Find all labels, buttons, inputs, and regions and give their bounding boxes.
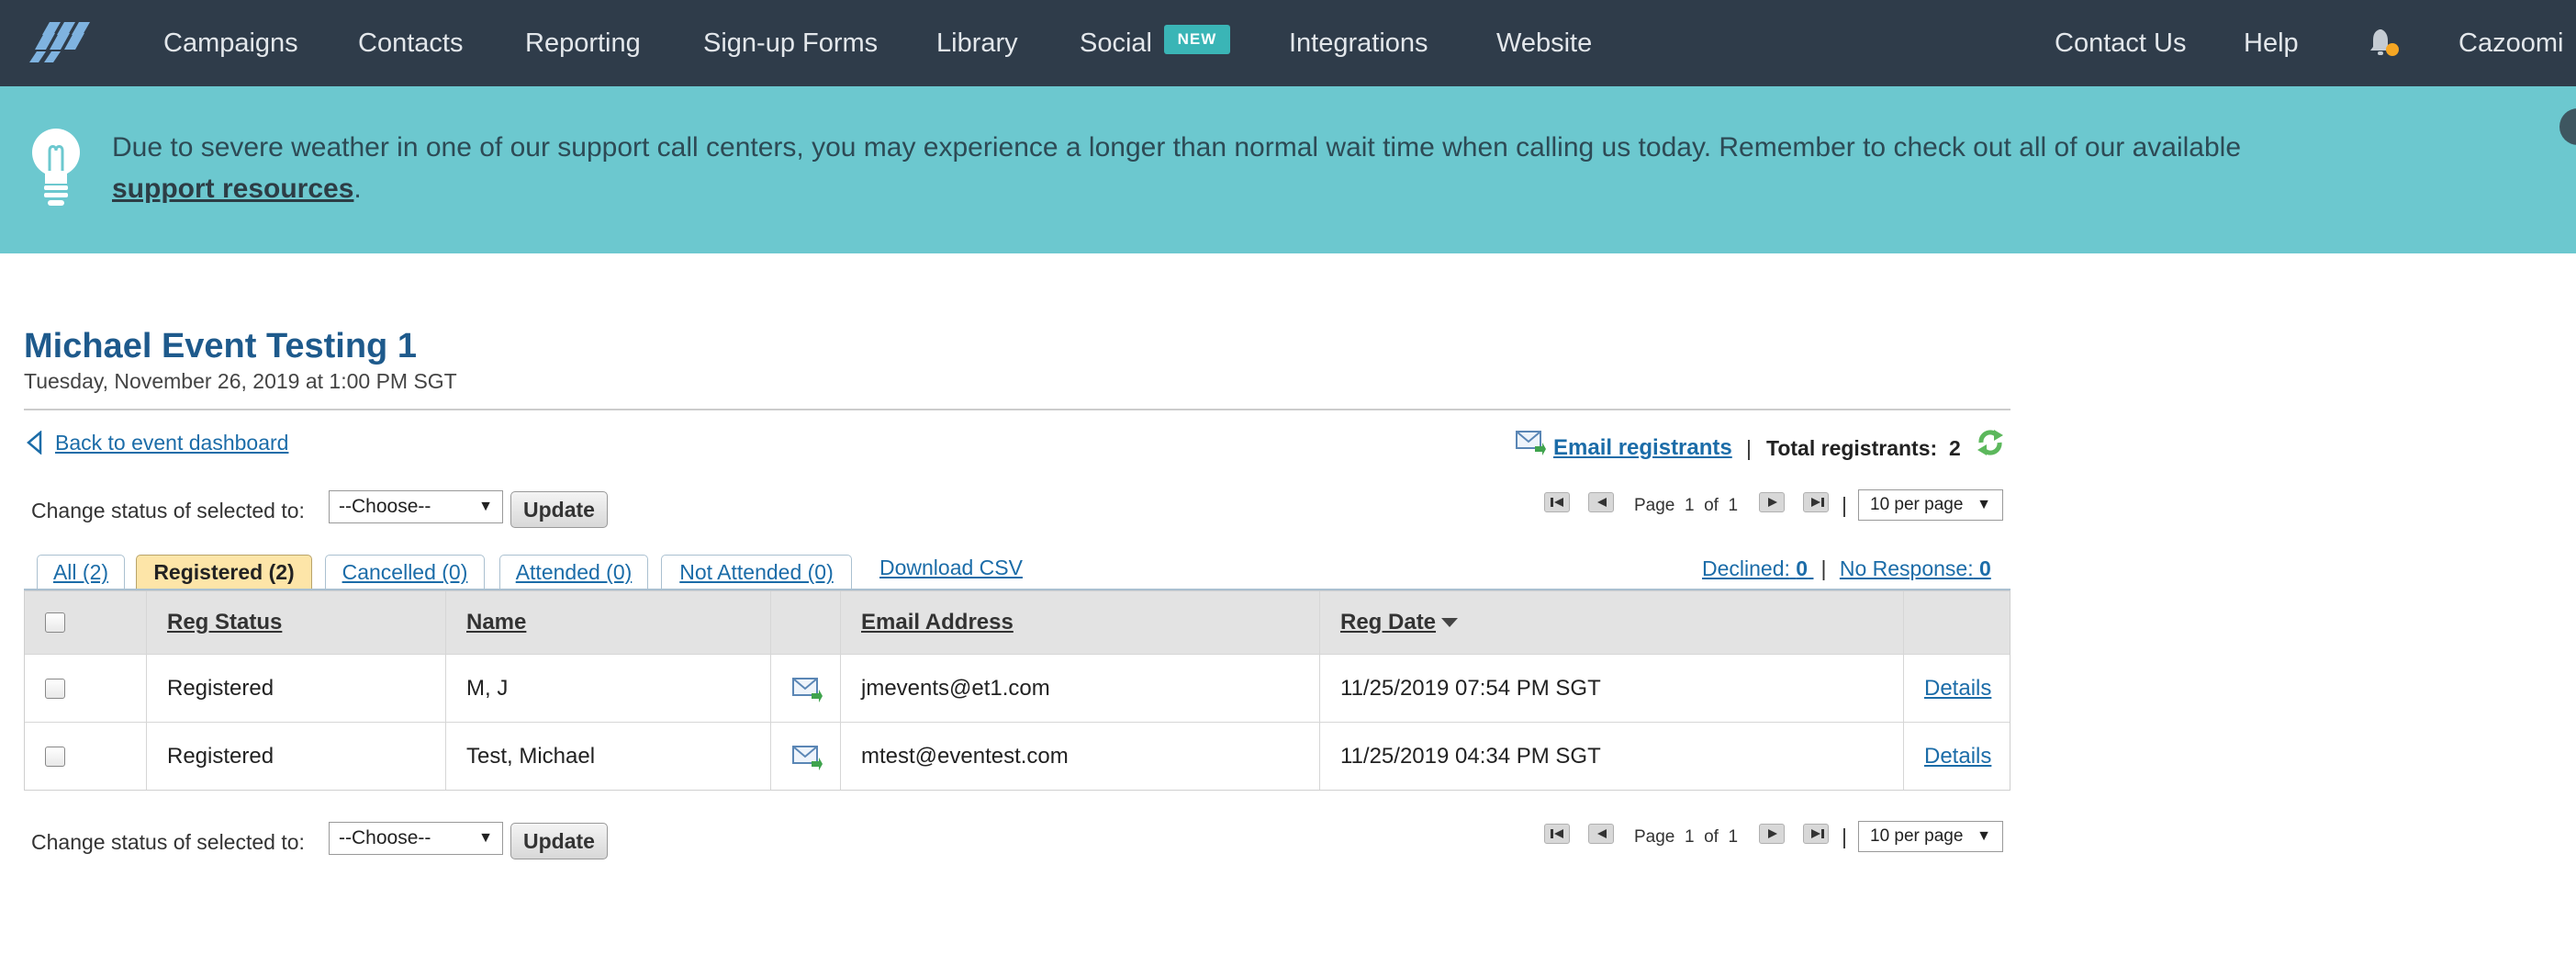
download-csv-link[interactable]: Download CSV	[879, 556, 1023, 580]
divider	[24, 409, 2010, 410]
select-all-checkbox[interactable]	[45, 612, 65, 633]
email-registrants-link[interactable]: Email registrants	[1553, 435, 1732, 461]
cell-email-action	[770, 655, 840, 722]
nav-campaigns[interactable]: Campaigns	[163, 0, 298, 86]
table-row: Registered M, J jmevents@et1.com 11/25/2…	[25, 654, 2010, 722]
header-reg-status[interactable]: Reg Status	[146, 591, 445, 654]
account-name[interactable]: Cazoomi	[2458, 0, 2563, 86]
banner-message: Due to severe weather in one of our supp…	[112, 132, 2242, 204]
nav-contact-us[interactable]: Contact Us	[2055, 0, 2186, 86]
update-button[interactable]: Update	[510, 491, 608, 528]
new-badge: NEW	[1164, 25, 1230, 54]
prev-page-button[interactable]	[1588, 492, 1614, 512]
page-indicator: Page 1 of 1	[1634, 496, 1739, 515]
dropdown-arrow-icon: ▼	[478, 499, 493, 514]
update-button-bottom[interactable]: Update	[510, 823, 608, 859]
next-page-button[interactable]	[1759, 492, 1785, 512]
lightbulb-icon	[32, 129, 80, 206]
row-select-cell	[25, 655, 146, 722]
page-title: Michael Event Testing 1	[24, 327, 417, 365]
refresh-icon[interactable]	[1974, 426, 2007, 459]
sort-desc-icon	[1441, 618, 1459, 627]
tab-attended[interactable]: Attended (0)	[499, 555, 648, 590]
event-datetime: Tuesday, November 26, 2019 at 1:00 PM SG…	[24, 369, 457, 393]
bell-icon[interactable]	[2367, 26, 2400, 59]
next-page-button-bottom[interactable]	[1759, 824, 1785, 844]
send-email-icon[interactable]	[791, 743, 823, 770]
status-select[interactable]: --Choose-- ▼	[329, 490, 503, 523]
dropdown-arrow-icon: ▼	[478, 830, 493, 846]
cell-name: Test, Michael	[445, 723, 770, 790]
header-reg-date[interactable]: Reg Date	[1319, 591, 1903, 654]
logo-icon[interactable]	[26, 17, 95, 64]
nav-help[interactable]: Help	[2244, 0, 2299, 86]
nav-signup-forms[interactable]: Sign-up Forms	[703, 0, 878, 86]
registrants-table: Reg Status Name Email Address Reg Date R…	[24, 590, 2010, 791]
row-checkbox[interactable]	[45, 746, 65, 767]
back-arrow-icon[interactable]	[26, 431, 44, 455]
table-header: Reg Status Name Email Address Reg Date	[25, 591, 2010, 654]
cell-actions: Details	[1903, 655, 2010, 722]
per-page-select-bottom[interactable]: 10 per page ▼	[1858, 821, 2003, 852]
back-to-dashboard-link[interactable]: Back to event dashboard	[55, 431, 288, 455]
no-response-link[interactable]: No Response: 0	[1840, 556, 1991, 580]
header-name[interactable]: Name	[445, 591, 770, 654]
per-page-select[interactable]: 10 per page ▼	[1858, 489, 2003, 521]
cell-email-action	[770, 723, 840, 790]
total-registrants: Total registrants: 2	[1766, 436, 1961, 460]
row-select-cell	[25, 723, 146, 790]
nav-website[interactable]: Website	[1496, 0, 1592, 86]
change-status-label: Change status of selected to:	[31, 499, 305, 522]
declined-link[interactable]: Declined: 0	[1702, 556, 1813, 580]
cell-reg-date: 11/25/2019 04:34 PM SGT	[1319, 723, 1903, 790]
row-checkbox[interactable]	[45, 678, 65, 699]
separator: |	[1842, 493, 1847, 517]
table-row: Registered Test, Michael mtest@eventest.…	[25, 722, 2010, 790]
send-email-icon[interactable]	[791, 675, 823, 702]
change-status-label-bottom: Change status of selected to:	[31, 830, 305, 854]
last-page-button-bottom[interactable]	[1803, 824, 1829, 844]
cell-reg-date: 11/25/2019 07:54 PM SGT	[1319, 655, 1903, 722]
support-resources-link[interactable]: support resources	[112, 174, 353, 204]
top-navigation: Campaigns Contacts Reporting Sign-up For…	[0, 0, 2576, 86]
details-link[interactable]: Details	[1924, 676, 1991, 702]
page-indicator-bottom: Page 1 of 1	[1634, 827, 1739, 847]
tab-cancelled[interactable]: Cancelled (0)	[325, 555, 485, 590]
cell-reg-status: Registered	[146, 723, 445, 790]
tab-registered[interactable]: Registered (2)	[136, 555, 312, 590]
first-page-button-bottom[interactable]	[1544, 824, 1570, 844]
email-icon[interactable]	[1515, 428, 1546, 455]
status-select-bottom[interactable]: --Choose-- ▼	[329, 822, 503, 855]
header-actions-cell	[1903, 591, 2010, 654]
dropdown-arrow-icon: ▼	[1977, 497, 1991, 512]
last-page-button[interactable]	[1803, 492, 1829, 512]
separator: |	[1842, 825, 1847, 848]
cell-email: jmevents@et1.com	[840, 655, 1319, 722]
cell-actions: Details	[1903, 723, 2010, 790]
prev-page-button-bottom[interactable]	[1588, 824, 1614, 844]
first-page-button[interactable]	[1544, 492, 1570, 512]
nav-social[interactable]: Social	[1080, 0, 1152, 86]
nav-integrations[interactable]: Integrations	[1289, 0, 1428, 86]
tab-all[interactable]: All (2)	[37, 555, 125, 590]
dropdown-arrow-icon: ▼	[1977, 828, 1991, 844]
nav-contacts[interactable]: Contacts	[358, 0, 463, 86]
tab-not-attended[interactable]: Not Attended (0)	[661, 555, 852, 590]
nav-library[interactable]: Library	[936, 0, 1018, 86]
details-link[interactable]: Details	[1924, 744, 1991, 769]
nav-reporting[interactable]: Reporting	[525, 0, 641, 86]
cell-reg-status: Registered	[146, 655, 445, 722]
header-email-icon-cell	[770, 591, 840, 654]
cell-email: mtest@eventest.com	[840, 723, 1319, 790]
header-email[interactable]: Email Address	[840, 591, 1319, 654]
separator: |	[1746, 436, 1752, 460]
header-select-cell	[25, 591, 146, 654]
cell-name: M, J	[445, 655, 770, 722]
response-counts: Declined: 0 | No Response: 0	[1702, 556, 1991, 580]
